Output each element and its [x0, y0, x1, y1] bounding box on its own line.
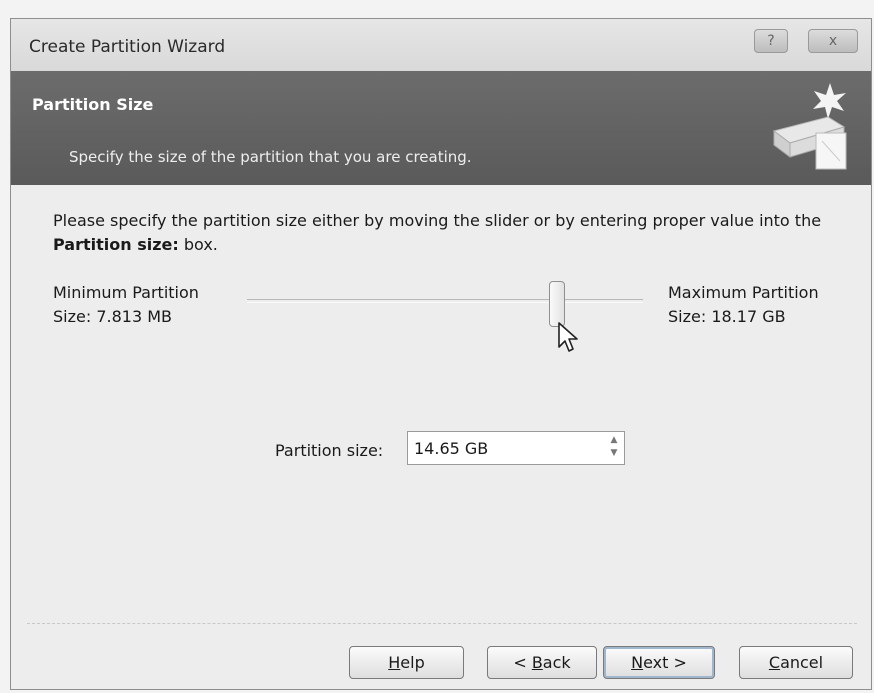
instruction-text-main: Please specify the partition size either…	[53, 211, 822, 230]
cancel-button[interactable]: Cancel	[739, 646, 853, 679]
instruction-text: Please specify the partition size either…	[53, 209, 843, 257]
maximum-size-label: Maximum Partition Size: 18.17 GB	[668, 281, 819, 329]
maximum-size-value: Size: 18.17 GB	[668, 307, 786, 326]
help-caption-button[interactable]: ?	[754, 29, 788, 53]
header-banner: Partition Size Specify the size of the p…	[11, 71, 871, 185]
spin-up-down-icon[interactable]: ▲ ▼	[607, 434, 621, 462]
maximum-size-label-line1: Maximum Partition	[668, 283, 819, 302]
title-bar: Create Partition Wizard ? x	[11, 19, 871, 71]
footer-divider	[27, 623, 857, 625]
minimum-size-label-line1: Minimum Partition	[53, 283, 199, 302]
close-button[interactable]: x	[808, 29, 858, 53]
partition-size-value[interactable]: 14.65 GB	[414, 439, 488, 458]
partition-size-input[interactable]: 14.65 GB ▲ ▼	[407, 431, 625, 465]
create-partition-wizard-window: Create Partition Wizard ? x Partition Si…	[10, 18, 872, 690]
page-subtitle: Specify the size of the partition that y…	[69, 148, 472, 166]
minimum-size-value: Size: 7.813 MB	[53, 307, 172, 326]
disk-partition-icon	[772, 83, 847, 170]
mouse-pointer-icon	[558, 322, 578, 352]
help-button[interactable]: Help	[349, 646, 464, 679]
back-button[interactable]: < Back	[487, 646, 597, 679]
instruction-text-tail: box.	[178, 235, 218, 254]
next-button[interactable]: Next >	[603, 646, 715, 679]
minimum-size-label: Minimum Partition Size: 7.813 MB	[53, 281, 199, 329]
instruction-text-bold: Partition size:	[53, 235, 179, 254]
page-title: Partition Size	[32, 95, 154, 114]
partition-size-label: Partition size:	[275, 441, 384, 460]
partition-size-slider-track[interactable]	[247, 299, 643, 303]
window-title: Create Partition Wizard	[29, 37, 226, 57]
